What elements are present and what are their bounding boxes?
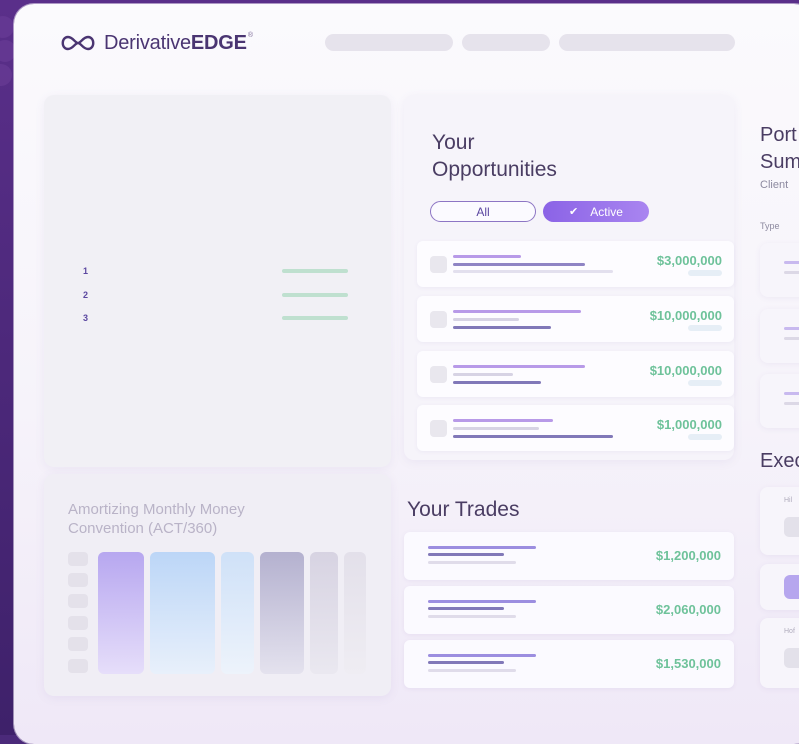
ranking-card: 1 2 3 — [44, 95, 391, 467]
schedule-row-marker — [68, 616, 88, 630]
trades-title: Your Trades — [407, 498, 520, 521]
nav-placeholder-1[interactable] — [325, 34, 453, 51]
schedule-column — [150, 552, 215, 674]
rank-number: 1 — [83, 266, 89, 276]
trade-row[interactable]: $1,530,000 — [404, 640, 734, 688]
row-checkbox[interactable] — [430, 256, 447, 273]
portfolio-title: Port Sum — [760, 124, 799, 173]
trade-amount: $2,060,000 — [655, 602, 721, 617]
checkmark-icon: ✔ — [569, 206, 579, 218]
schedule-column — [310, 552, 338, 674]
schedule-column — [221, 552, 254, 674]
opportunity-amount: $10,000,000 — [649, 363, 722, 378]
brand-name: DerivativeEDGE® — [104, 31, 253, 54]
schedule-column — [98, 552, 144, 674]
row-checkbox[interactable] — [430, 366, 447, 383]
amortization-title: Amortizing Monthly Money Convention (ACT… — [68, 501, 245, 537]
schedule-row-marker — [68, 552, 88, 566]
schedule-row-marker — [68, 659, 88, 673]
trade-row[interactable]: $1,200,000 — [404, 532, 734, 580]
portfolio-row[interactable] — [760, 374, 799, 428]
schedule-row-marker — [68, 573, 88, 587]
opportunities-title: Your Opportunities — [432, 131, 557, 181]
portfolio-row[interactable] — [760, 243, 799, 297]
execution-card[interactable]: Hil — [760, 487, 799, 555]
rank-bar — [282, 316, 348, 320]
portfolio-type-label: Type — [760, 221, 780, 231]
trade-amount: $1,200,000 — [655, 548, 721, 563]
execution-card[interactable]: Hof — [760, 618, 799, 688]
schedule-row-marker — [68, 637, 88, 651]
opportunity-amount: $3,000,000 — [656, 253, 722, 268]
nav-placeholder-2[interactable] — [462, 34, 550, 51]
app-window: DerivativeEDGE® 1 2 3 Amortizing Monthly… — [14, 4, 799, 744]
app-background: DerivativeEDGE® 1 2 3 Amortizing Monthly… — [0, 0, 799, 744]
portfolio-client-label: Client — [760, 179, 789, 191]
opportunity-row[interactable]: $3,000,000 — [417, 241, 734, 287]
schedule-column — [344, 552, 366, 674]
row-checkbox[interactable] — [430, 420, 447, 437]
row-checkbox[interactable] — [430, 311, 447, 328]
opportunity-row[interactable]: $10,000,000 — [417, 351, 734, 397]
rank-bar — [282, 293, 348, 297]
rank-number: 2 — [83, 290, 89, 300]
amortization-card: Amortizing Monthly Money Convention (ACT… — [44, 474, 391, 696]
brand-logo[interactable]: DerivativeEDGE® — [58, 32, 253, 54]
portfolio-row[interactable] — [760, 309, 799, 363]
infinity-logo-icon — [61, 35, 95, 51]
schedule-row-marker — [68, 594, 88, 608]
rank-number: 3 — [83, 313, 89, 323]
execution-action[interactable] — [760, 564, 799, 610]
execution-title: Exec — [760, 450, 799, 472]
trade-row[interactable]: $2,060,000 — [404, 586, 734, 634]
nav-placeholder-3[interactable] — [559, 34, 735, 51]
filter-all-button[interactable]: All — [430, 201, 536, 222]
rank-bar — [282, 269, 348, 273]
trade-amount: $1,530,000 — [655, 656, 721, 671]
opportunities-card: Your Opportunities All ✔ Active $3,000,00… — [404, 95, 734, 460]
opportunity-amount: $10,000,000 — [649, 308, 722, 323]
opportunity-amount: $1,000,000 — [656, 417, 722, 432]
schedule-column — [260, 552, 304, 674]
filter-active-button[interactable]: ✔ Active — [543, 201, 649, 222]
opportunity-row[interactable]: $10,000,000 — [417, 296, 734, 342]
opportunity-row[interactable]: $1,000,000 — [417, 405, 734, 451]
